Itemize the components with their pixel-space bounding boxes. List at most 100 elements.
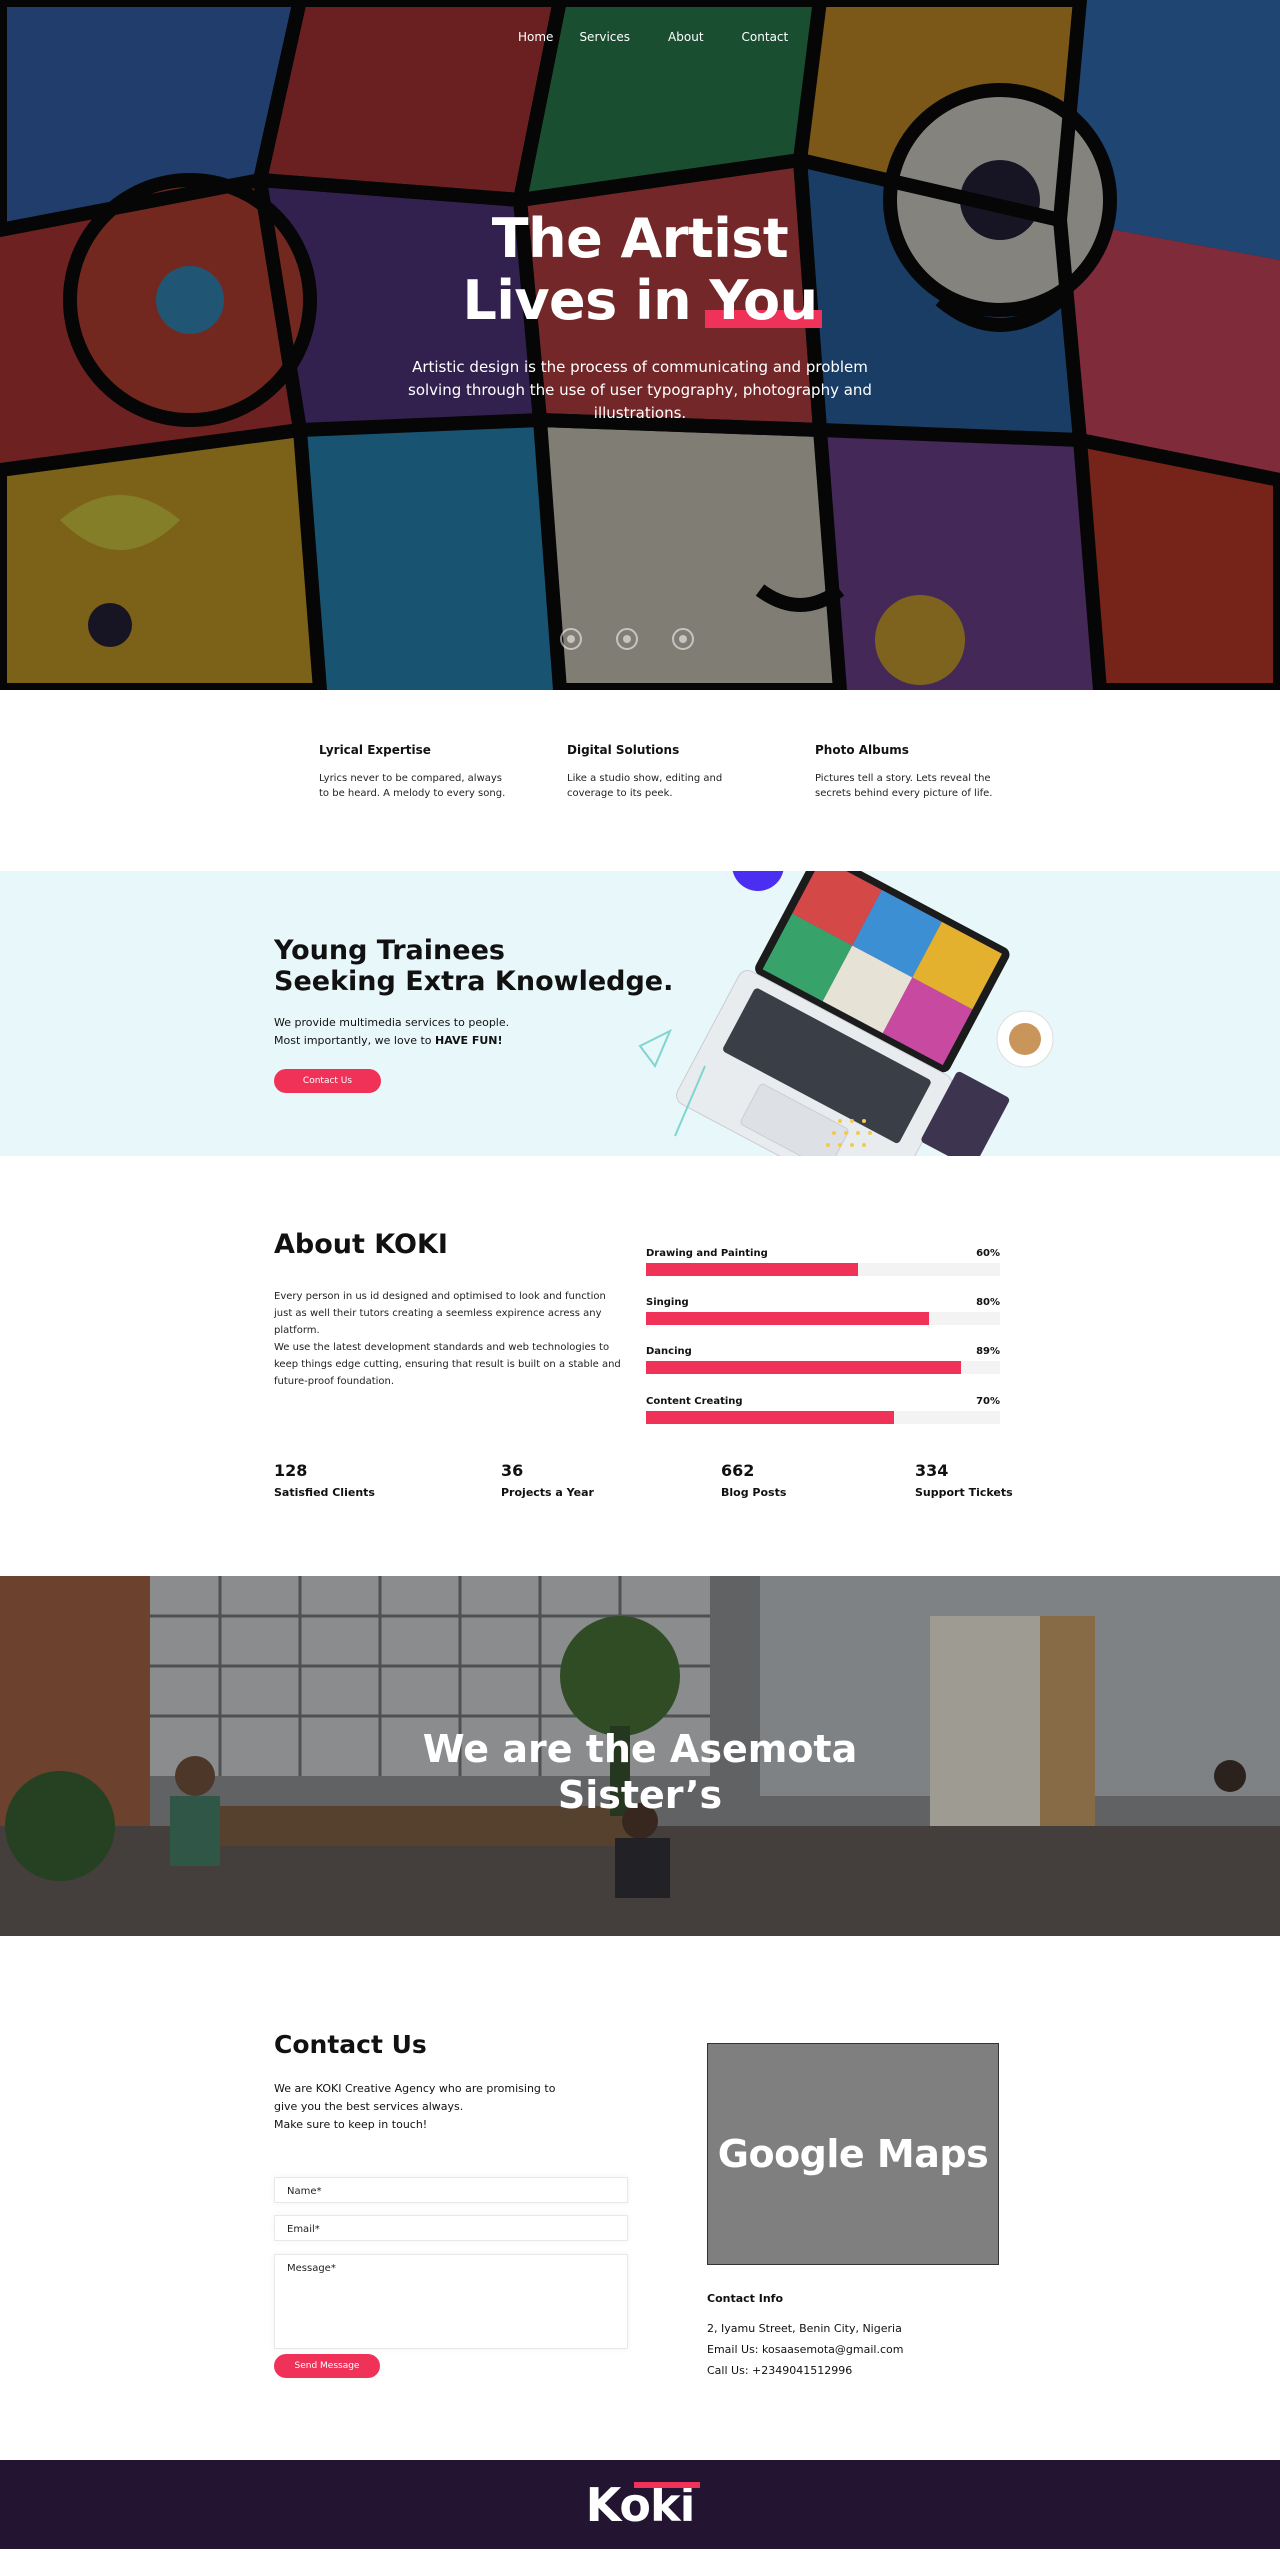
send-message-button[interactable]: Send Message (274, 2354, 380, 2378)
hero-highlight-text: You (709, 269, 818, 332)
skill-bar: Content Creating 70% (646, 1396, 1000, 1424)
stat-item: 128 Satisfied Clients (274, 1461, 375, 1499)
about-text: Every person in us id designed and optim… (274, 1288, 624, 1390)
map-label: Google Maps (717, 2132, 989, 2176)
skill-name: Dancing (646, 1346, 692, 1357)
about-section: About KOKI Every person in us id designe… (0, 1156, 1280, 1576)
contact-title: Contact Us (274, 2030, 427, 2059)
skill-track (646, 1361, 1000, 1374)
feature-card: Digital Solutions Like a studio show, ed… (567, 743, 815, 871)
hero-title: The Artist Lives in You (0, 208, 1280, 332)
trainees-title: Young Trainees Seeking Extra Knowledge. (274, 935, 673, 997)
feature-title: Photo Albums (815, 743, 909, 757)
nav-about-link[interactable]: About (668, 30, 703, 44)
stat-item: 36 Projects a Year (501, 1461, 594, 1499)
skill-fill (646, 1361, 962, 1374)
contact-email: Email Us: kosaasemota@gmail.com (707, 2343, 904, 2356)
name-field-placeholder: Name* (287, 2186, 322, 2197)
contact-phone: Call Us: +2349041512996 (707, 2364, 853, 2377)
hero-overlay (0, 0, 1280, 690)
skill-track (646, 1411, 1000, 1424)
stat-label: Projects a Year (501, 1486, 594, 1499)
contact-intro-line2: give you the best services always. (274, 2100, 464, 2113)
nav-services-link[interactable]: Services (579, 30, 630, 44)
hero-title-line2-prefix: Lives in (462, 269, 710, 332)
skill-track (646, 1263, 1000, 1276)
skill-name: Content Creating (646, 1396, 743, 1407)
laptop-illustration (638, 871, 1054, 1156)
skill-bar: Dancing 89% (646, 1346, 1000, 1374)
stat-number: 36 (501, 1461, 524, 1480)
contact-intro-line1: We are KOKI Creative Agency who are prom… (274, 2082, 556, 2095)
skill-fill (646, 1411, 894, 1424)
skill-percent: 70% (976, 1396, 1000, 1407)
contact-section: Contact Us We are KOKI Creative Agency w… (0, 1936, 1280, 2460)
hero-section: Home Services About Contact The Artist L… (0, 0, 1280, 690)
nav-home-link[interactable]: Home (518, 30, 553, 44)
feature-text: Lyrics never to be compared, always to b… (319, 773, 506, 799)
email-field-placeholder: Email* (287, 2224, 320, 2235)
skill-fill (646, 1312, 930, 1325)
trainees-section: Young Trainees Seeking Extra Knowledge. … (0, 871, 1280, 1156)
skill-track (646, 1312, 1000, 1325)
feature-text: Pictures tell a story. Lets reveal the s… (815, 773, 993, 799)
name-field[interactable]: Name* (274, 2177, 628, 2203)
email-field[interactable]: Email* (274, 2215, 628, 2241)
nav-contact-link[interactable]: Contact (742, 30, 789, 44)
skill-percent: 80% (976, 1297, 1000, 1308)
stat-number: 662 (721, 1461, 755, 1480)
hero-title-highlight: You (705, 269, 822, 332)
feature-card: Lyrical Expertise Lyrics never to be com… (319, 743, 567, 871)
stat-label: Support Tickets (915, 1486, 1013, 1499)
stat-item: 662 Blog Posts (721, 1461, 786, 1499)
about-text-paragraph2: We use the latest development standards … (274, 1342, 621, 1387)
slider-dots (560, 628, 694, 650)
stat-item: 334 Support Tickets (915, 1461, 1013, 1499)
feature-title: Lyrical Expertise (319, 743, 431, 757)
about-title: About KOKI (274, 1229, 448, 1260)
team-title-line2: Sister’s (557, 1773, 723, 1817)
contact-address: 2, Iyamu Street, Benin City, Nigeria (707, 2322, 902, 2335)
slider-dot-1[interactable] (560, 628, 582, 650)
skill-name: Drawing and Painting (646, 1248, 768, 1259)
team-title-line1: We are the Asemota (422, 1727, 858, 1771)
hero-subtitle: Artistic design is the process of commun… (408, 358, 872, 422)
message-field[interactable]: Message* (274, 2254, 628, 2349)
logo-accent-bar (633, 2481, 700, 2488)
main-nav: Home Services About Contact (518, 30, 788, 44)
feature-title: Digital Solutions (567, 743, 680, 757)
skill-fill (646, 1263, 859, 1276)
team-title: We are the Asemota Sister’s (0, 1726, 1280, 1818)
skill-percent: 60% (976, 1248, 1000, 1259)
stat-label: Blog Posts (721, 1486, 787, 1499)
google-maps-placeholder[interactable]: Google Maps (707, 2043, 999, 2265)
footer: Koki (0, 2460, 1280, 2549)
skill-bar: Singing 80% (646, 1297, 1000, 1325)
skill-percent: 89% (976, 1346, 1000, 1357)
feature-card: Photo Albums Pictures tell a story. Lets… (815, 743, 1063, 871)
about-text-paragraph1: Every person in us id designed and optim… (274, 1291, 606, 1336)
trainees-text: We provide multimedia services to people… (274, 1014, 509, 1050)
message-field-placeholder: Message* (287, 2263, 336, 2274)
trainees-text-line1: We provide multimedia services to people… (274, 1016, 510, 1029)
skill-bar: Drawing and Painting 60% (646, 1248, 1000, 1276)
trainees-text-line2: Most importantly, we love to (274, 1034, 436, 1047)
feature-text: Like a studio show, editing and coverage… (567, 773, 723, 799)
contact-info-title: Contact Info (707, 2292, 784, 2305)
features-section: Lyrical Expertise Lyrics never to be com… (0, 690, 1280, 871)
trainees-title-line1: Young Trainees (274, 935, 505, 966)
trainees-title-line2: Seeking Extra Knowledge. (274, 966, 674, 997)
stat-number: 334 (915, 1461, 949, 1480)
slider-dot-3[interactable] (672, 628, 694, 650)
skill-name: Singing (646, 1297, 689, 1308)
contact-intro-line3: Make sure to keep in touch! (274, 2118, 428, 2131)
contact-intro: We are KOKI Creative Agency who are prom… (274, 2080, 594, 2134)
trainees-text-bold: HAVE FUN! (435, 1034, 503, 1047)
team-section: We are the Asemota Sister’s (0, 1576, 1280, 1936)
stat-label: Satisfied Clients (274, 1486, 375, 1499)
koki-logo[interactable]: Koki (586, 2478, 700, 2532)
contact-us-button[interactable]: Contact Us (274, 1069, 381, 1093)
slider-dot-2[interactable] (616, 628, 638, 650)
hero-title-line1: The Artist (491, 207, 789, 270)
stat-number: 128 (274, 1461, 308, 1480)
